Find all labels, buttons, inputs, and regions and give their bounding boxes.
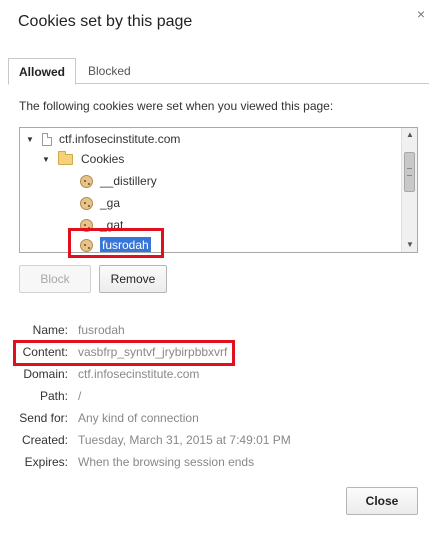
detail-row-send-for: Send for: Any kind of connection bbox=[0, 411, 437, 433]
detail-label: Domain: bbox=[23, 367, 68, 381]
detail-value: When the browsing session ends bbox=[78, 455, 255, 469]
tree-row-cookie-selected[interactable]: fusrodah bbox=[80, 235, 151, 252]
cookie-icon bbox=[80, 174, 93, 188]
detail-value: vasbfrp_syntvf_jrybirpbbxvrf bbox=[78, 345, 228, 359]
tree-scrollbar[interactable]: ▲ ▼ bbox=[401, 128, 417, 252]
folder-icon bbox=[58, 150, 73, 165]
scroll-thumb[interactable] bbox=[404, 152, 415, 192]
cookie-icon bbox=[80, 238, 93, 252]
tree-row-cookies-folder[interactable]: ▼ Cookies bbox=[42, 149, 124, 169]
cookie-icon bbox=[80, 218, 93, 232]
cookie-icon bbox=[80, 196, 93, 210]
tree-row-cookie[interactable]: __distillery bbox=[80, 171, 157, 191]
tab-blocked[interactable]: Blocked bbox=[78, 58, 141, 85]
detail-label: Created: bbox=[21, 433, 68, 447]
detail-value: / bbox=[78, 389, 82, 403]
detail-label: Expires: bbox=[24, 455, 68, 469]
detail-row-path: Path: / bbox=[0, 389, 437, 411]
detail-row-expires: Expires: When the browsing session ends bbox=[0, 455, 437, 477]
page-icon bbox=[42, 132, 52, 146]
cookies-description: The following cookies were set when you … bbox=[19, 99, 334, 113]
scroll-down-arrow-icon[interactable]: ▼ bbox=[402, 238, 417, 252]
cookies-dialog: Cookies set by this page × Allowed Block… bbox=[0, 0, 437, 537]
cookie-name: _ga bbox=[100, 196, 121, 210]
tab-strip: Allowed Blocked bbox=[8, 58, 429, 85]
detail-value: Tuesday, March 31, 2015 at 7:49:01 PM bbox=[78, 433, 291, 447]
detail-value: ctf.infosecinstitute.com bbox=[78, 367, 200, 381]
dialog-title: Cookies set by this page bbox=[18, 13, 193, 30]
cookie-tree[interactable]: ▼ ctf.infosecinstitute.com ▼ Cookies __d… bbox=[19, 127, 418, 253]
cookie-name: _gat bbox=[100, 218, 124, 232]
close-icon[interactable]: × bbox=[417, 6, 425, 22]
detail-label: Send for: bbox=[19, 411, 68, 425]
detail-row-created: Created: Tuesday, March 31, 2015 at 7:49… bbox=[0, 433, 437, 455]
close-button[interactable]: Close bbox=[346, 487, 418, 515]
tree-row-cookie[interactable]: _gat bbox=[80, 215, 123, 235]
detail-row-content: Content: vasbfrp_syntvf_jrybirpbbxvrf bbox=[0, 345, 437, 367]
expand-triangle-icon[interactable]: ▼ bbox=[42, 155, 52, 164]
detail-row-domain: Domain: ctf.infosecinstitute.com bbox=[0, 367, 437, 389]
detail-label: Content: bbox=[22, 345, 68, 359]
detail-label: Path: bbox=[39, 389, 68, 403]
remove-button[interactable]: Remove bbox=[99, 265, 167, 293]
tree-folder-label: Cookies bbox=[81, 152, 125, 166]
tree-row-site[interactable]: ▼ ctf.infosecinstitute.com bbox=[26, 129, 180, 149]
detail-row-name: Name: fusrodah bbox=[0, 323, 437, 345]
detail-value: fusrodah bbox=[78, 323, 125, 337]
tree-row-cookie[interactable]: _ga bbox=[80, 193, 120, 213]
expand-triangle-icon[interactable]: ▼ bbox=[26, 135, 36, 144]
cookie-name: __distillery bbox=[100, 174, 157, 188]
cookie-name-selected: fusrodah bbox=[100, 237, 151, 252]
detail-label: Name: bbox=[32, 323, 68, 337]
tab-allowed[interactable]: Allowed bbox=[8, 58, 77, 85]
detail-value: Any kind of connection bbox=[78, 411, 199, 425]
tree-site-label: ctf.infosecinstitute.com bbox=[59, 132, 181, 146]
scroll-up-arrow-icon[interactable]: ▲ bbox=[402, 128, 417, 142]
block-button[interactable]: Block bbox=[19, 265, 91, 293]
